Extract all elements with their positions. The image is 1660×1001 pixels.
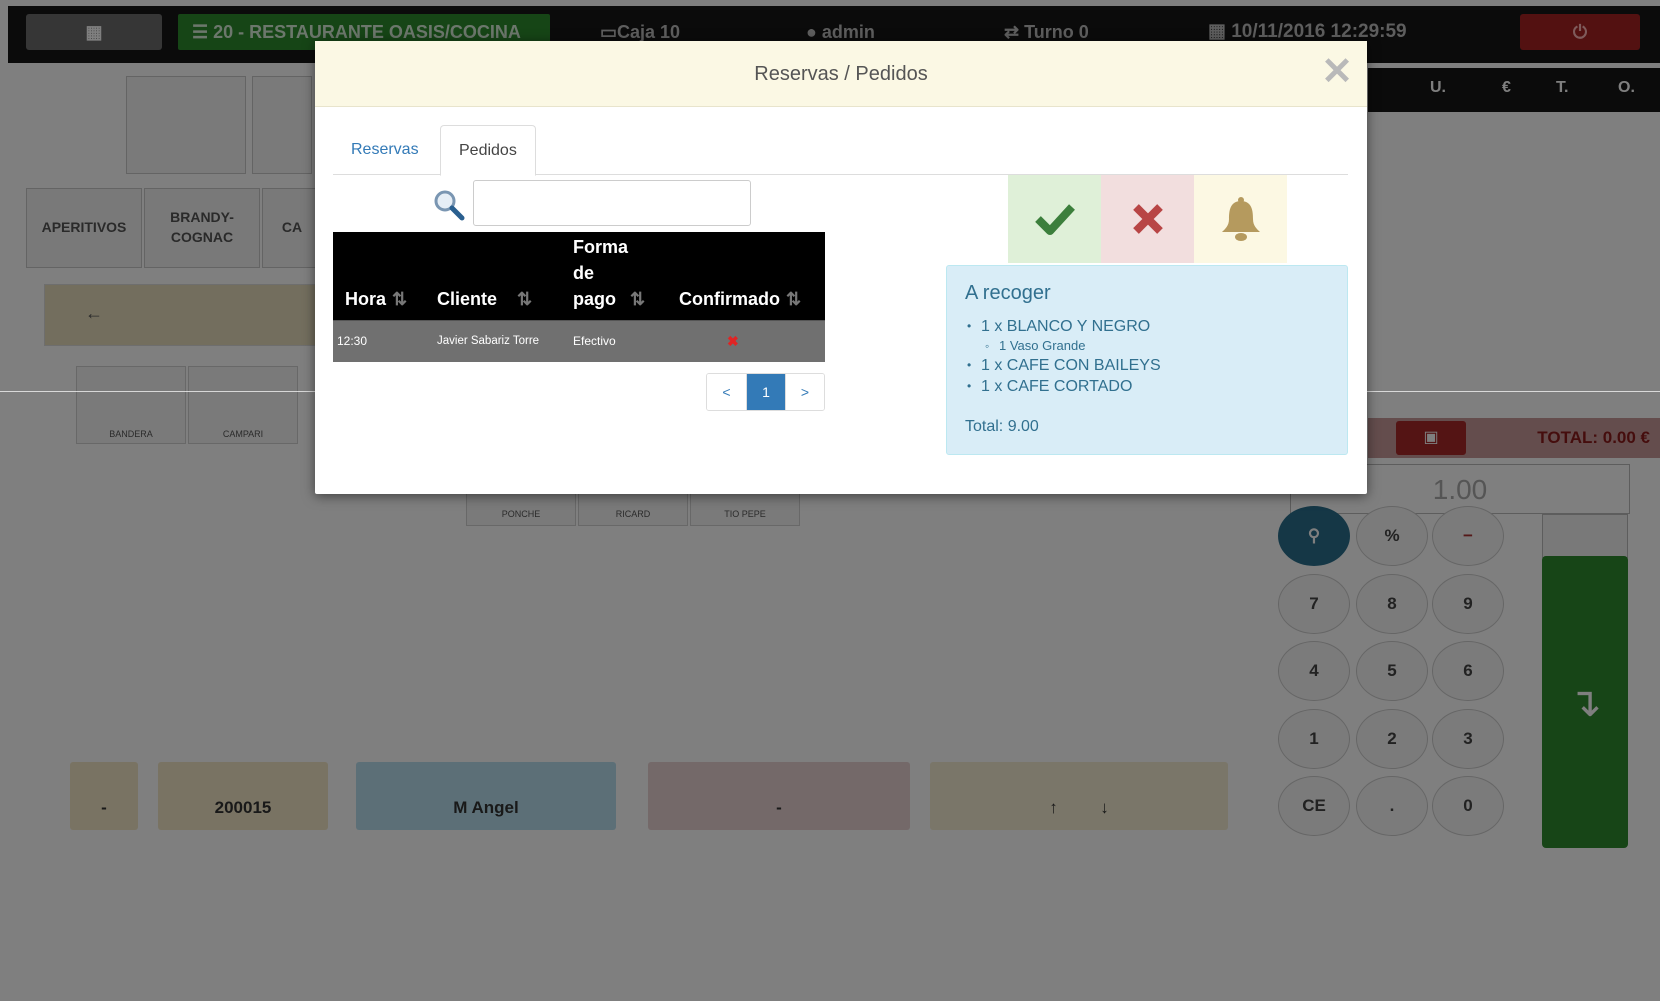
list-item: 1 x BLANCO Y NEGRO	[967, 316, 1161, 337]
search-input[interactable]	[473, 180, 751, 226]
orders-table: Hora ⇅ Cliente ⇅ Forma de pago ⇅ Confirmado ⇅ …	[333, 232, 825, 362]
list-item: 1 x CAFE CORTADO	[967, 376, 1161, 397]
page-next[interactable]: >	[785, 374, 824, 410]
tab-pedidos[interactable]: Pedidos	[440, 125, 536, 176]
modal-tabs: Reservas Pedidos	[333, 125, 1348, 176]
reservas-pedidos-modal: Reservas / Pedidos ✕ Reservas Pedidos Ho…	[315, 41, 1367, 494]
modal-header: Reservas / Pedidos ✕	[315, 41, 1367, 107]
header-label: Cliente	[437, 288, 498, 309]
table-header-row: Hora ⇅ Cliente ⇅ Forma de pago ⇅ Confirmado ⇅	[333, 232, 825, 320]
check-icon	[1034, 204, 1075, 235]
list-subitem: 1 Vaso Grande	[981, 337, 1161, 355]
cancel-button[interactable]	[1101, 175, 1194, 263]
bell-icon	[1221, 197, 1260, 241]
tab-reservas[interactable]: Reservas	[333, 125, 437, 175]
table-row[interactable]: 12:30 Javier Sabariz Torre Efectivo ✖	[333, 319, 825, 362]
sort-icon: ⇅	[786, 288, 802, 309]
detail-total: Total: 9.00	[965, 418, 1039, 435]
header-forma-pago[interactable]: Forma de pago ⇅	[561, 232, 667, 320]
cell-cliente: Javier Sabariz Torre	[425, 319, 561, 362]
close-icon	[1132, 204, 1163, 234]
header-label: de	[573, 262, 595, 283]
sort-icon: ⇅	[392, 288, 408, 309]
page-current[interactable]: 1	[746, 374, 785, 410]
header-label: Forma	[573, 236, 629, 257]
detail-items: 1 x BLANCO Y NEGRO 1 Vaso Grande 1 x CAF…	[967, 316, 1161, 397]
header-cliente[interactable]: Cliente ⇅	[425, 232, 561, 320]
confirm-button[interactable]	[1008, 175, 1101, 263]
order-detail-panel: A recoger 1 x BLANCO Y NEGRO 1 Vaso Gran…	[946, 265, 1348, 455]
header-confirmado[interactable]: Confirmado ⇅	[667, 232, 825, 320]
close-icon[interactable]: ✕	[1321, 53, 1353, 91]
header-label: Confirmado	[679, 288, 780, 309]
modal-title: Reservas / Pedidos	[754, 63, 928, 85]
search-icon	[434, 190, 465, 221]
detail-heading: A recoger	[965, 282, 1051, 304]
cell-confirmado: ✖	[667, 319, 825, 362]
sort-icon: ⇅	[517, 288, 533, 309]
sort-icon: ⇅	[630, 288, 646, 309]
cell-hora: 12:30	[333, 319, 425, 362]
header-hora[interactable]: Hora ⇅	[333, 232, 425, 320]
header-label: pago	[573, 288, 616, 309]
notify-button[interactable]	[1194, 175, 1287, 263]
cell-forma-pago: Efectivo	[561, 319, 667, 362]
cross-icon: ✖	[727, 332, 739, 349]
page-prev[interactable]: <	[707, 374, 746, 410]
pagination: < 1 >	[706, 373, 825, 411]
list-item: 1 x CAFE CON BAILEYS	[967, 355, 1161, 376]
header-label: Hora	[345, 288, 387, 309]
